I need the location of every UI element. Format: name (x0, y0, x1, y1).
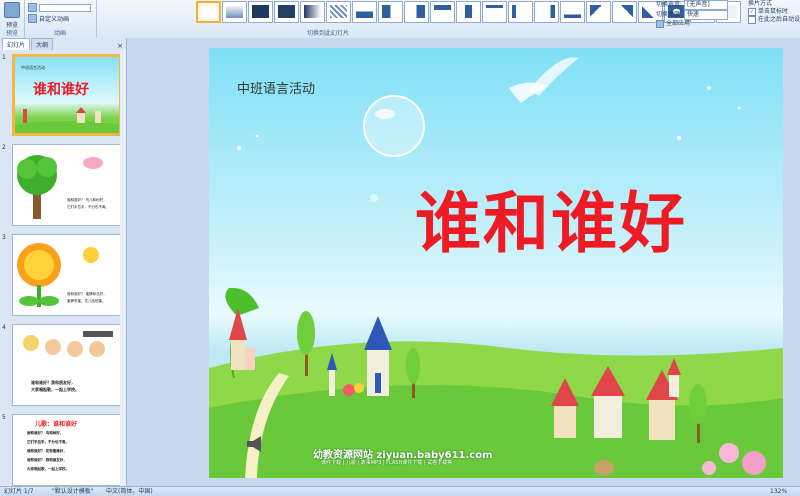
transition-cover-up[interactable] (560, 1, 585, 23)
tab-slides[interactable]: 幻灯片 (2, 38, 31, 50)
transition-group: 切换声音: [无声音] 切换速度: 快速 全部应用 切换到此幻灯片 (96, 0, 741, 38)
custom-animation-button[interactable]: 自定义动画 (28, 14, 69, 23)
transition-cover-corner-2[interactable] (612, 1, 637, 23)
site-credit-links: 课件下载 | 儿歌 | 故事MP3 | FLASH课件下载 | 试卷下载等 (321, 460, 453, 466)
checkmark-icon: ✓ (748, 8, 756, 16)
transition-cover-corner-1[interactable] (586, 1, 611, 23)
apply-all-icon (656, 20, 664, 28)
transition-push-left[interactable] (378, 1, 403, 23)
preview-icon (4, 2, 20, 18)
apply-all-button[interactable]: 全部应用 (656, 20, 728, 28)
transition-options: 切换声音: [无声音] 切换速度: 快速 全部应用 (656, 0, 729, 28)
animation-group: 自定义动画 动画 (24, 0, 97, 38)
transition-checker[interactable] (326, 1, 351, 23)
transition-push-up[interactable] (352, 1, 377, 23)
tab-outline[interactable]: 大纲 (31, 38, 54, 50)
transition-cover-right[interactable] (534, 1, 559, 23)
slide-thumb-4[interactable]: 4 谁和谁好？我和朋友好， 大家唱起歌，一起上学校。 (2, 324, 122, 408)
slide-thumb-1-image: 中班语言活动 谁和谁好 (12, 54, 122, 136)
checkbox-empty-icon (748, 16, 756, 24)
panel-tabs: 幻灯片 大纲 × (0, 38, 126, 50)
advance-options: 换片方式 ✓单击鼠标时 在此之后自动设置 (748, 0, 800, 24)
slide-thumb-4-image: 谁和谁好？我和朋友好， 大家唱起歌，一起上学校。 (12, 324, 122, 406)
preview-group: 预览 预览 (0, 0, 25, 38)
preview-button[interactable]: 预览 (2, 2, 22, 29)
ribbon: 预览 预览 自定义动画 动画 切换声音: [无声音] 切换速度: 快速 全部应用… (0, 0, 800, 39)
slide-main[interactable]: 中班语言活动 谁和谁好 幼教资源网站 ziyuan.baby611.com 课件… (209, 48, 783, 478)
close-icon[interactable]: × (117, 42, 123, 50)
slides-panel: 幻灯片 大纲 × 1 中班语言活动 谁和谁好 2 谁和谁好？ 鸟儿和树好， 它们… (0, 38, 127, 486)
slide-canvas: 中班语言活动 谁和谁好 幼教资源网站 ziyuan.baby611.com 课件… (127, 38, 800, 486)
transition-fade-4[interactable] (300, 1, 325, 23)
slide-thumb-3[interactable]: 3 谁和谁好？ 蜜蜂和花好， 蜜蜂采蜜，花儿给他蜜。 (2, 234, 122, 318)
slide-title: 谁和谁好 (415, 185, 687, 262)
advance-label: 换片方式 (748, 0, 773, 7)
transition-wipe-down[interactable] (430, 1, 455, 23)
transition-cover-left[interactable] (508, 1, 533, 23)
animation-icon (28, 3, 37, 12)
slide-thumb-2[interactable]: 2 谁和谁好？ 鸟儿和树好， 它们手拉手，不分也不离。 (2, 144, 122, 228)
transition-fade-2[interactable] (248, 1, 273, 23)
transition-none[interactable] (196, 1, 221, 23)
transition-fade-1[interactable] (222, 1, 247, 23)
slide-subtitle: 中班语言活动 (237, 82, 316, 97)
custom-animation-icon (28, 14, 37, 23)
slide-thumb-1[interactable]: 1 中班语言活动 谁和谁好 (2, 54, 122, 138)
transition-fade-3[interactable] (274, 1, 299, 23)
slide-thumb-2-tree (17, 155, 103, 219)
auto-advance-checkbox[interactable]: 在此之后自动设置 (748, 16, 800, 24)
slide-thumb-2-image: 谁和谁好？ 鸟儿和树好， 它们手拉手，不分也不离。 (12, 144, 122, 226)
slide-thumb-1-scenery (15, 107, 119, 133)
sound-row[interactable]: 切换声音: [无声音] (656, 0, 729, 10)
speed-row[interactable]: 切换速度: 快速 (656, 10, 729, 20)
slide-thumb-4-children (23, 331, 113, 357)
on-click-checkbox[interactable]: ✓ 单击鼠标时 (748, 8, 800, 16)
transition-split[interactable] (456, 1, 481, 23)
panel-scrollbar[interactable] (120, 50, 126, 486)
transition-cover-down[interactable] (482, 1, 507, 23)
animation-select[interactable] (28, 3, 91, 12)
slide-thumb-3-image: 谁和谁好？ 蜜蜂和花好， 蜜蜂采蜜，花儿给他蜜。 (12, 234, 122, 316)
slide-thumb-5-image: 儿歌：谁和谁好 谁和谁好？ 鸟和树好， 它们手拉手，不分也不离。 谁和谁好？ 花… (12, 414, 122, 486)
slide-thumb-5[interactable]: 5 儿歌：谁和谁好 谁和谁好？ 鸟和树好， 它们手拉手，不分也不离。 谁和谁好？… (2, 414, 122, 486)
transition-push-right[interactable] (404, 1, 429, 23)
